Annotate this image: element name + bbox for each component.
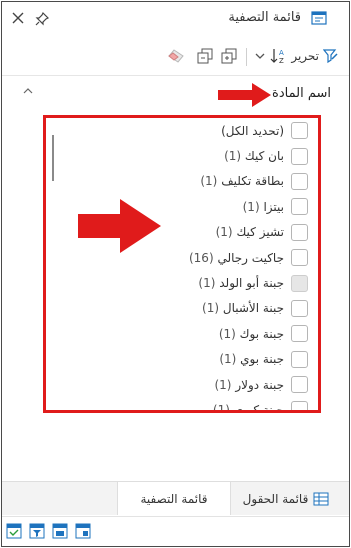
item-count: (1) (218, 326, 236, 341)
item-label: جبنة بوك (1) (219, 327, 284, 341)
filter-icon[interactable] (29, 523, 45, 539)
list-item[interactable]: تشيز كيك (1) (46, 220, 318, 245)
field-name: اسم المادة (272, 86, 331, 101)
list-item[interactable]: (تحديد الكل) (46, 118, 318, 143)
edit-filter-icon (323, 49, 338, 64)
layout-icon[interactable] (52, 523, 68, 539)
item-label-text: جبنة الأشبال (222, 301, 284, 316)
sort-options-dropdown[interactable] (255, 45, 265, 67)
list-item[interactable]: بطاقة تكليف (1) (46, 169, 318, 194)
toolbar: تحرير A Z (2, 40, 349, 74)
item-label: بطاقة تكليف (1) (200, 174, 284, 188)
status-bar (2, 516, 349, 546)
list-item[interactable]: جاكيت رجالي (16) (46, 245, 318, 270)
edit-label: تحرير (291, 49, 319, 63)
pin-icon[interactable] (34, 11, 50, 27)
list-item[interactable]: جبنة دولار (1) (46, 372, 318, 397)
item-checkbox[interactable] (291, 172, 308, 190)
item-label-text: جبنة بوك (239, 326, 284, 341)
item-label-text: جبنة دولار (235, 377, 284, 392)
item-label: (تحديد الكل) (221, 124, 284, 138)
item-label-text: (تحديد الكل) (221, 123, 284, 138)
title-bar: قائمة التصفية (2, 2, 349, 36)
item-checkbox[interactable] (291, 249, 308, 267)
item-label-text: جبنة بوي (240, 352, 284, 367)
list-item[interactable]: جبنة كيري (1) (46, 397, 318, 410)
expand-all-icon (221, 48, 237, 64)
close-icon[interactable] (11, 11, 25, 25)
item-label: جبنة دولار (1) (214, 378, 284, 392)
item-label-text: جاكيت رجالي (217, 250, 284, 265)
layout-icon[interactable] (75, 523, 91, 539)
item-count: (1) (215, 225, 233, 240)
svg-text:Z: Z (279, 57, 284, 65)
clear-filter-button[interactable] (167, 45, 185, 67)
list-item[interactable]: جبنة بوي (1) (46, 347, 318, 372)
item-label: تشيز كيك (1) (216, 225, 284, 239)
collapse-all-button[interactable] (197, 45, 213, 67)
list-item[interactable]: جبنة الأشبال (1) (46, 296, 318, 321)
item-checkbox[interactable] (291, 376, 308, 394)
toolbar-divider-line (2, 75, 349, 76)
item-count: (1) (224, 149, 242, 164)
tab-field-list[interactable]: قائمة الحقول (231, 482, 341, 515)
sort-button[interactable]: A Z (269, 45, 289, 67)
item-checkbox[interactable] (291, 122, 308, 140)
item-label: جبنة الأشبال (1) (202, 301, 284, 315)
chevron-up-icon[interactable] (22, 86, 34, 96)
item-label: جبنة كيري (1) (213, 403, 284, 410)
item-count: (1) (202, 301, 220, 316)
item-count: (16) (188, 250, 214, 265)
tab-filter-list[interactable]: قائمة التصفية (117, 482, 231, 515)
item-label: بيتزا (1) (243, 200, 284, 214)
chevron-down-icon (255, 53, 265, 59)
item-count: (1) (212, 402, 230, 410)
item-label-text: جبنة كيري (233, 402, 284, 410)
item-label-text: تشيز كيك (236, 225, 284, 240)
item-checkbox[interactable] (291, 223, 308, 241)
item-label-text: بطاقة تكليف (221, 174, 284, 189)
eraser-icon (168, 49, 184, 63)
value-list: (تحديد الكل) بان كيك (1) بطاقة تكليف (1) بي… (46, 118, 318, 410)
item-count: (1) (200, 174, 218, 189)
item-count: (1) (198, 276, 216, 291)
list-item[interactable]: جبنة بوك (1) (46, 321, 318, 346)
item-checkbox[interactable] (291, 198, 308, 216)
svg-text:A: A (279, 49, 284, 57)
filter-list-icon (311, 11, 327, 25)
item-label-text: بان كيك (244, 149, 284, 164)
tab-field-list-label: قائمة الحقول (242, 491, 309, 506)
item-checkbox[interactable] (291, 350, 308, 368)
panel-title: قائمة التصفية (228, 10, 301, 25)
tab-filter-list-label: قائمة التصفية (140, 491, 208, 506)
item-checkbox[interactable] (291, 147, 308, 165)
item-count: (1) (219, 352, 237, 367)
field-list-icon (313, 492, 329, 505)
item-label: بان كيك (1) (224, 149, 284, 163)
item-checkbox[interactable] (291, 274, 308, 292)
edit-button[interactable]: تحرير (291, 45, 339, 67)
list-item[interactable]: بان كيك (1) (46, 143, 318, 168)
item-checkbox[interactable] (291, 325, 308, 343)
list-item[interactable]: جبنة أبو الولد (1) (46, 270, 318, 295)
item-label-text: بيتزا (263, 199, 284, 214)
filter-list-panel: قائمة التصفية تحرير A Z اسم المادة (تحدي… (1, 1, 350, 547)
toolbar-divider (246, 48, 247, 66)
item-count: (1) (242, 199, 260, 214)
expand-all-button[interactable] (221, 45, 237, 67)
item-count: (1) (214, 377, 232, 392)
item-checkbox[interactable] (291, 401, 308, 410)
item-label-text: جبنة أبو الولد (219, 276, 284, 291)
item-checkbox[interactable] (291, 299, 308, 317)
item-label: جاكيت رجالي (16) (189, 251, 284, 265)
list-item[interactable]: بيتزا (1) (46, 194, 318, 219)
layout-icon[interactable] (6, 523, 22, 539)
collapse-all-icon (197, 48, 213, 64)
sort-az-icon: A Z (270, 49, 284, 65)
annotation-arrow-icon (218, 83, 271, 107)
item-label: جبنة بوي (1) (219, 352, 284, 366)
tab-bar: قائمة الحقول قائمة التصفية (2, 481, 349, 515)
item-label: جبنة أبو الولد (1) (198, 276, 284, 290)
